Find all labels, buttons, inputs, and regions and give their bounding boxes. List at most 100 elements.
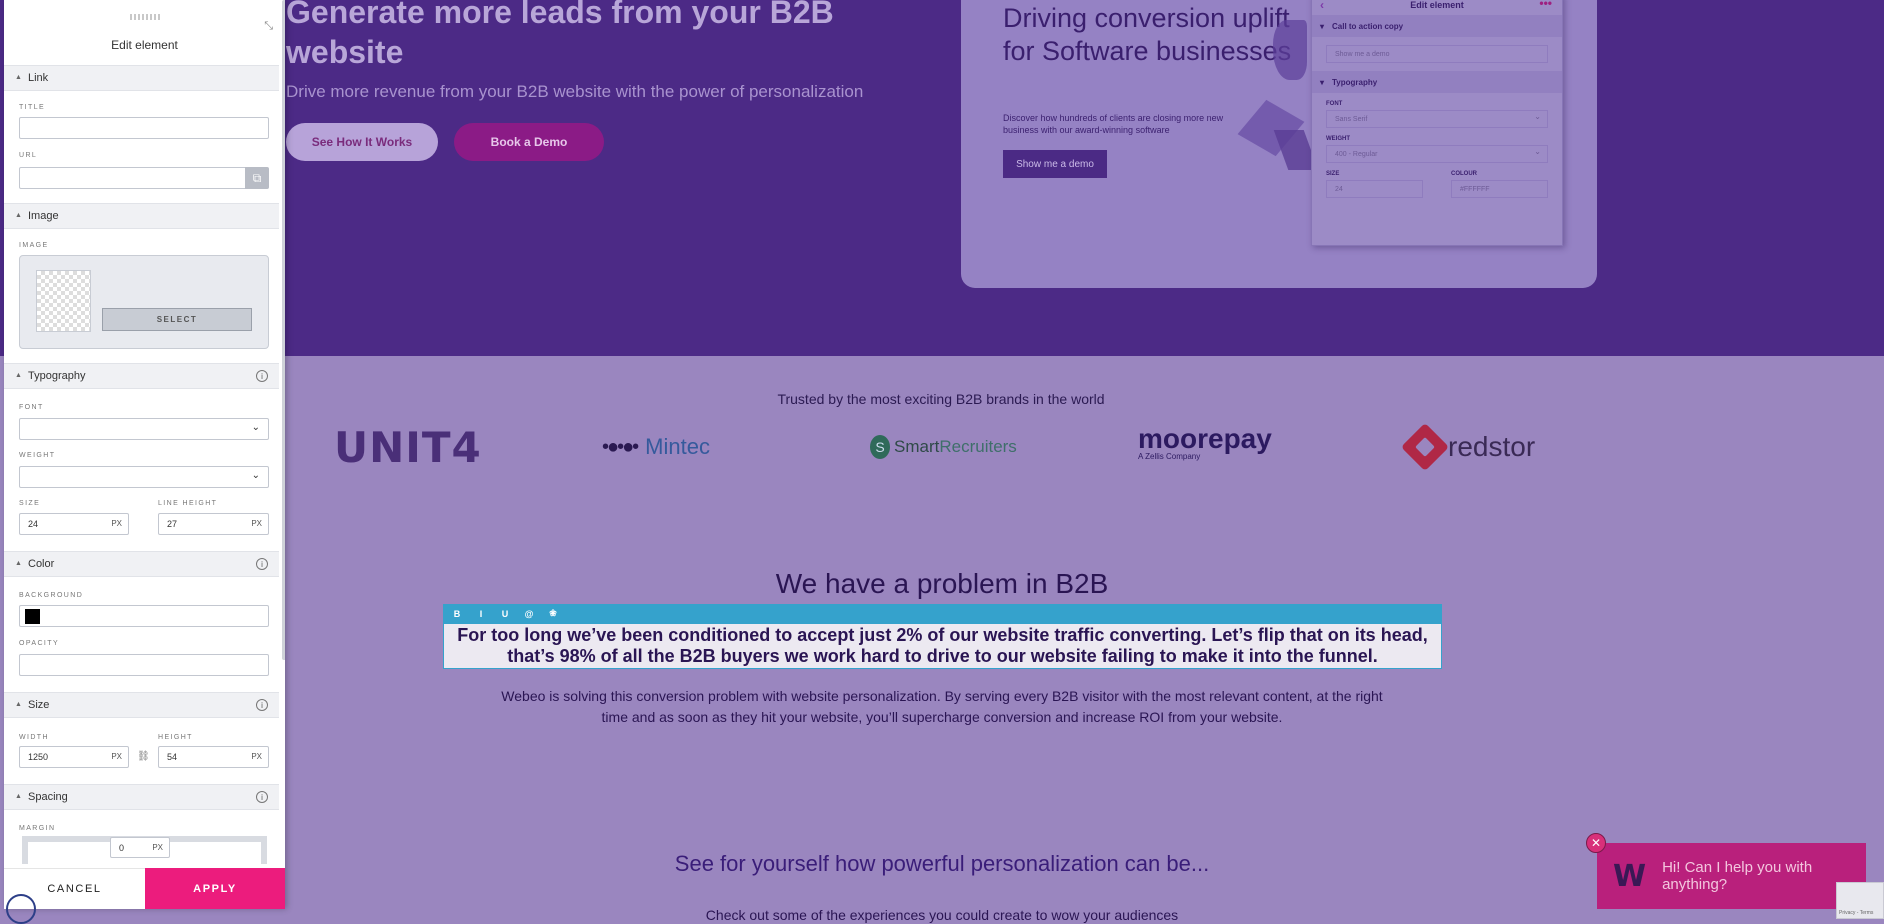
mini-colour-field: #FFFFFF bbox=[1451, 180, 1548, 198]
background-label: BACKGROUND bbox=[19, 592, 84, 599]
redstor-logo-text: redstor bbox=[1448, 431, 1536, 462]
width-value: 1250 bbox=[28, 752, 49, 762]
problem-body: Webeo is solving this conversion problem… bbox=[501, 688, 1383, 725]
section-link-label: Link bbox=[28, 72, 49, 84]
panel-footer: CANCEL APPLY bbox=[4, 868, 285, 909]
mention-button[interactable]: @ bbox=[523, 609, 535, 619]
recaptcha-badge[interactable]: Privacy - Terms bbox=[1836, 882, 1884, 919]
width-input[interactable]: 1250 PX bbox=[19, 746, 129, 768]
editable-text-block[interactable]: For too long we’ve been conditioned to a… bbox=[443, 623, 1442, 669]
collapse-triangle-icon: ▲ bbox=[15, 701, 22, 708]
mintec-logo: •●•●• Mintec bbox=[602, 426, 710, 468]
unit-label: PX bbox=[111, 752, 122, 761]
hero-subtitle: Drive more revenue from your B2B website… bbox=[286, 82, 864, 101]
more-icon: ••• bbox=[1539, 0, 1552, 10]
section-typography[interactable]: ▲ Typography i bbox=[4, 363, 279, 389]
height-value: 54 bbox=[167, 752, 178, 762]
mini-section-cta: Call to action copy bbox=[1312, 15, 1562, 37]
unit-label: PX bbox=[251, 519, 262, 528]
image-thumbnail bbox=[36, 270, 91, 332]
font-label: FONT bbox=[19, 404, 44, 411]
opacity-label: OPACITY bbox=[19, 640, 60, 647]
title-input[interactable] bbox=[19, 117, 269, 139]
collapse-triangle-icon: ▲ bbox=[15, 74, 22, 81]
opacity-input[interactable] bbox=[19, 654, 269, 676]
isometric-illustration bbox=[1273, 20, 1307, 80]
line-height-input[interactable]: 27 PX bbox=[158, 513, 269, 535]
moorepay-logo-sub: A Zellis Company bbox=[1138, 452, 1201, 461]
problem-title: We have a problem in B2B bbox=[775, 568, 1109, 599]
url-label: URL bbox=[19, 152, 38, 159]
info-icon[interactable]: i bbox=[256, 699, 268, 711]
mini-weight-field: 400 - Regular bbox=[1326, 145, 1548, 163]
mini-size-label: SIZE bbox=[1326, 171, 1340, 177]
mini-section-typography: Typography bbox=[1312, 71, 1562, 93]
link-aspect-icon[interactable]: ⛓ bbox=[137, 751, 150, 762]
image-label: IMAGE bbox=[19, 242, 49, 249]
title-label: TITLE bbox=[19, 104, 46, 111]
section-link[interactable]: ▲ Link bbox=[4, 65, 279, 91]
mini-size-field: 24 bbox=[1326, 180, 1423, 198]
section-typography-label: Typography bbox=[28, 370, 86, 382]
mini-font-field: Sans Serif bbox=[1326, 110, 1548, 128]
unit4-logo: UNIT4 bbox=[334, 422, 482, 472]
section-color[interactable]: ▲ Color i bbox=[4, 551, 279, 577]
rich-text-toolbar: B I U @ ❀ bbox=[443, 604, 1442, 623]
trusted-heading: Trusted by the most exciting B2B brands … bbox=[777, 391, 1105, 407]
mintec-dots-icon: •●•●• bbox=[602, 435, 639, 458]
unit-label: PX bbox=[152, 843, 163, 852]
style-button[interactable]: ❀ bbox=[547, 608, 559, 619]
book-demo-button[interactable]: Book a Demo bbox=[454, 123, 604, 161]
underline-button[interactable]: U bbox=[499, 609, 511, 619]
drag-handle-icon[interactable] bbox=[130, 14, 162, 20]
card-demo-button[interactable]: Show me a demo bbox=[1003, 150, 1107, 178]
section-image[interactable]: ▲ Image bbox=[4, 203, 279, 229]
section-color-label: Color bbox=[28, 558, 55, 570]
section-size-label: Size bbox=[28, 699, 50, 711]
collapse-triangle-icon: ▲ bbox=[15, 372, 22, 379]
collapse-triangle-icon: ▲ bbox=[15, 793, 22, 800]
unit-label: PX bbox=[111, 519, 122, 528]
italic-button[interactable]: I bbox=[475, 609, 487, 619]
line-height-value: 27 bbox=[167, 519, 178, 529]
smartrecruiters-logo: S Smart Recruiters bbox=[870, 426, 1017, 468]
panel-scrollbar[interactable] bbox=[282, 0, 285, 660]
font-size-input[interactable]: 24 PX bbox=[19, 513, 129, 535]
select-image-button[interactable]: SELECT bbox=[102, 308, 252, 331]
see-how-it-works-button[interactable]: See How It Works bbox=[286, 123, 438, 161]
apply-button[interactable]: APPLY bbox=[145, 868, 285, 909]
webeo-logo-icon: W bbox=[1613, 858, 1647, 894]
collapse-triangle-icon: ▲ bbox=[15, 560, 22, 567]
unit-label: PX bbox=[251, 752, 262, 761]
collapse-icon[interactable]: ⤡ bbox=[264, 20, 273, 33]
color-swatch[interactable] bbox=[25, 609, 40, 624]
info-icon[interactable]: i bbox=[256, 558, 268, 570]
mini-weight-label: WEIGHT bbox=[1326, 136, 1350, 142]
see-subtitle: Check out some of the experiences you co… bbox=[705, 907, 1179, 923]
mini-cta-field: Show me a demo bbox=[1326, 45, 1548, 63]
open-link-icon[interactable]: ⧉ bbox=[245, 167, 269, 189]
chat-close-icon[interactable]: ✕ bbox=[1586, 833, 1606, 853]
size-label: SIZE bbox=[19, 500, 41, 507]
mini-font-label: FONT bbox=[1326, 101, 1343, 107]
corner-logo-icon bbox=[6, 894, 36, 924]
bold-button[interactable]: B bbox=[451, 609, 463, 619]
chat-widget[interactable]: W Hi! Can I help you with anything? bbox=[1597, 843, 1866, 909]
mini-colour-label: COLOUR bbox=[1451, 171, 1477, 177]
weight-select[interactable]: ⌄ bbox=[19, 466, 269, 488]
collapse-triangle-icon: ▲ bbox=[15, 212, 22, 219]
section-size[interactable]: ▲ Size i bbox=[4, 692, 279, 718]
weight-label: WEIGHT bbox=[19, 452, 56, 459]
info-icon[interactable]: i bbox=[256, 370, 268, 382]
margin-top-input[interactable]: 0 PX bbox=[110, 837, 170, 858]
url-input[interactable] bbox=[19, 167, 247, 189]
redstor-logo: redstor bbox=[1400, 422, 1536, 472]
font-select[interactable]: ⌄ bbox=[19, 418, 269, 440]
section-spacing[interactable]: ▲ Spacing i bbox=[4, 784, 279, 810]
background-color-input[interactable] bbox=[19, 605, 269, 627]
margin-top-value: 0 bbox=[119, 843, 125, 853]
line-height-label: LINE HEIGHT bbox=[158, 500, 218, 507]
moorepay-logo-text: moorepay bbox=[1138, 423, 1272, 454]
info-icon[interactable]: i bbox=[256, 791, 268, 803]
height-input[interactable]: 54 PX bbox=[158, 746, 269, 768]
